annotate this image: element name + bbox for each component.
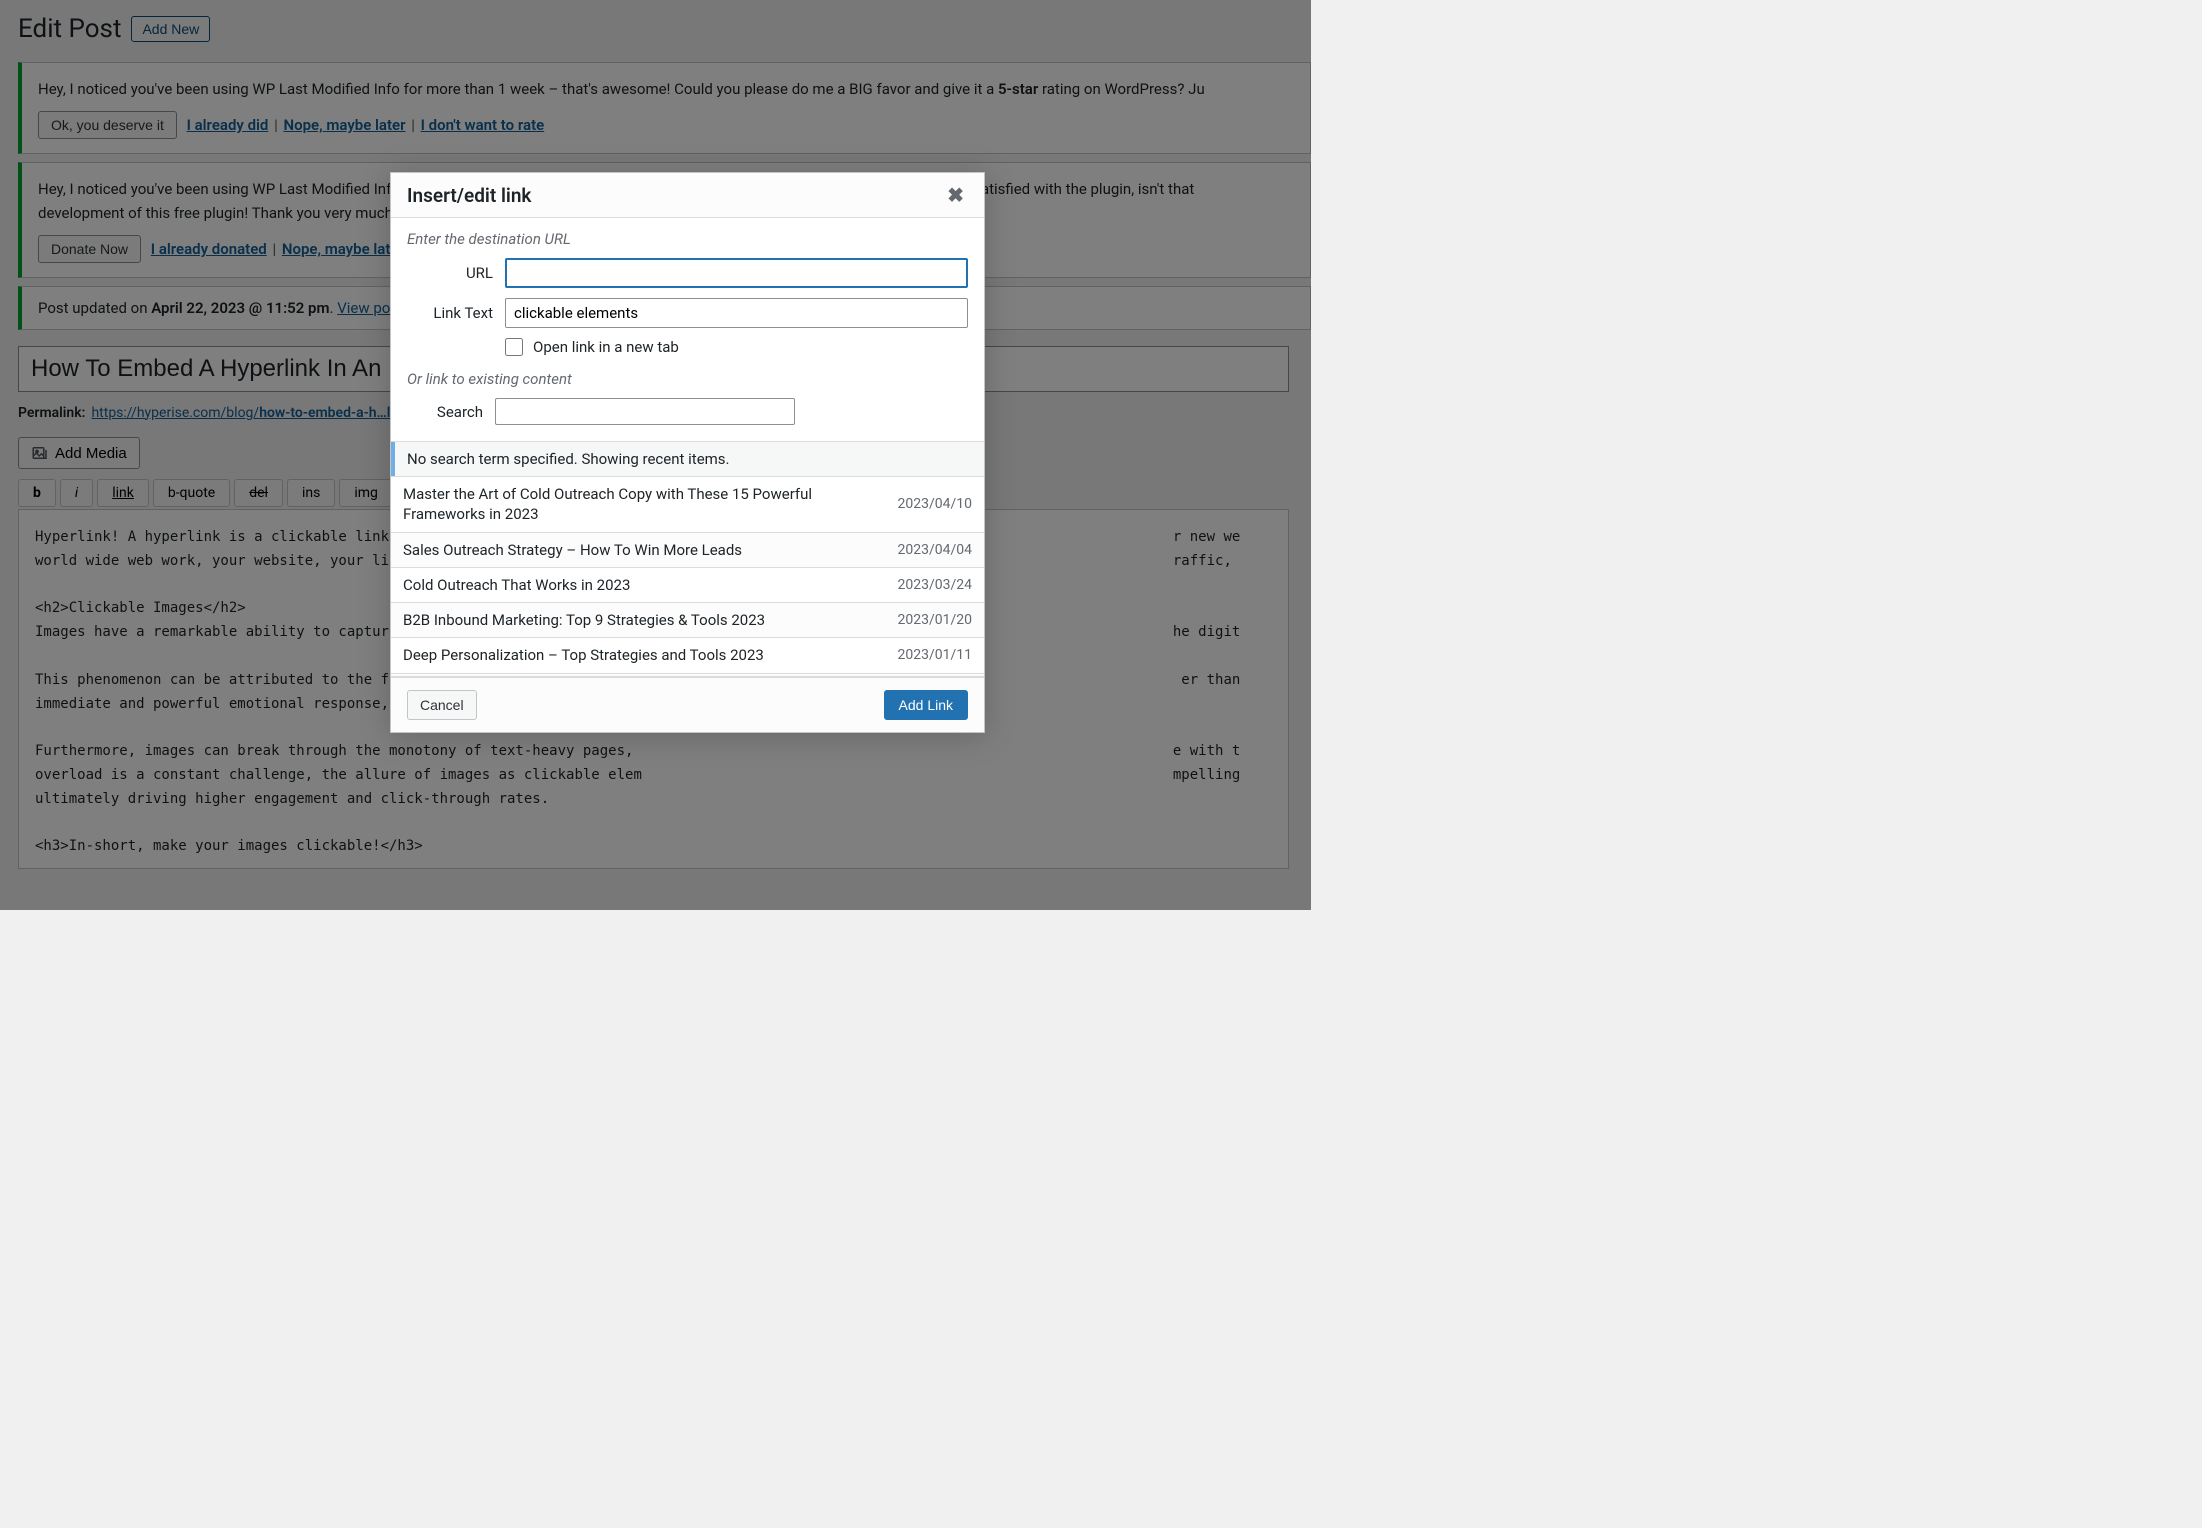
close-icon[interactable]: ✖ <box>943 183 968 207</box>
linktext-input[interactable] <box>505 298 968 328</box>
linktext-label: Link Text <box>407 304 505 322</box>
search-label: Search <box>407 403 495 421</box>
result-title: Deep Personalization – Top Strategies an… <box>403 645 882 665</box>
existing-hint: Or link to existing content <box>407 370 968 388</box>
modal-title: Insert/edit link <box>407 184 531 207</box>
url-hint: Enter the destination URL <box>407 230 968 248</box>
newtab-label: Open link in a new tab <box>533 338 679 356</box>
results-header: No search term specified. Showing recent… <box>391 442 984 476</box>
url-input[interactable] <box>505 258 968 288</box>
result-date: 2023/04/04 <box>898 542 973 558</box>
result-title: Cold Outreach That Works in 2023 <box>403 575 882 595</box>
newtab-checkbox[interactable] <box>505 338 523 356</box>
add-link-button[interactable]: Add Link <box>884 690 968 720</box>
search-input[interactable] <box>495 398 795 425</box>
result-item[interactable]: Cold Outreach That Works in 2023 2023/03… <box>391 567 984 602</box>
result-item[interactable]: Deep Personalization – Top Strategies an… <box>391 637 984 672</box>
result-item[interactable]: Master the Art of Cold Outreach Copy wit… <box>391 476 984 532</box>
insert-link-modal: Insert/edit link ✖ Enter the destination… <box>390 172 985 733</box>
result-item[interactable]: Sales Outreach Strategy – How To Win Mor… <box>391 532 984 567</box>
url-label: URL <box>407 264 505 282</box>
result-title: B2B Inbound Marketing: Top 9 Strategies … <box>403 610 882 630</box>
result-date: 2023/04/10 <box>898 496 973 512</box>
result-date: 2023/01/11 <box>898 647 973 663</box>
cancel-button[interactable]: Cancel <box>407 690 477 720</box>
result-date: 2023/03/24 <box>898 577 973 593</box>
result-title: Sales Outreach Strategy – How To Win Mor… <box>403 540 882 560</box>
search-results: No search term specified. Showing recent… <box>391 441 984 677</box>
result-item[interactable]: B2B Inbound Marketing: Top 9 Strategies … <box>391 602 984 637</box>
result-title: Master the Art of Cold Outreach Copy wit… <box>403 484 882 525</box>
result-date: 2023/01/20 <box>898 612 973 628</box>
